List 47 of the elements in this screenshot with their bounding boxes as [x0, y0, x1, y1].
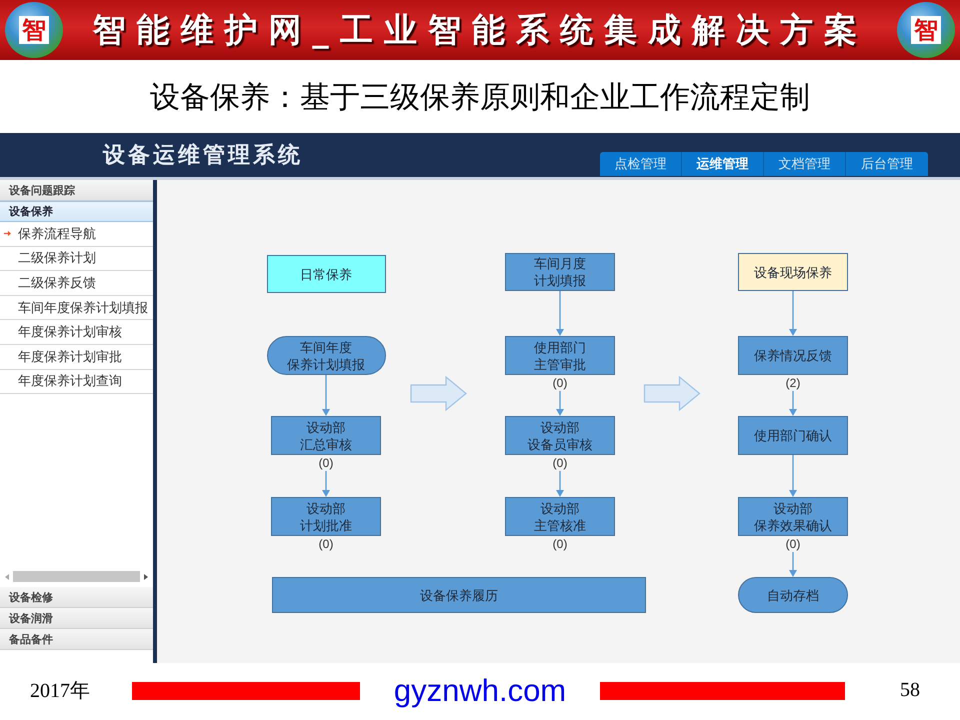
- sidebar-group-header[interactable]: 设备保养: [0, 201, 153, 222]
- footer-year: 2017年: [30, 679, 91, 704]
- sidebar-group-header[interactable]: 备品备件: [0, 629, 153, 650]
- site-url: gyznwh.com: [392, 672, 568, 708]
- process-node[interactable]: 车间月度 计划填报: [505, 253, 615, 291]
- sidebar-item[interactable]: 年度保养计划审核: [0, 320, 153, 345]
- banner-title: 智能维护网_工业智能系统集成解决方案: [91, 8, 869, 51]
- history-bar[interactable]: 设备保养履历: [272, 577, 646, 613]
- count-label: (0): [318, 456, 334, 470]
- nav-tab[interactable]: 文档管理: [764, 152, 846, 176]
- count-label: (0): [784, 537, 802, 551]
- sidebar-group-header[interactable]: 设备润滑: [0, 608, 153, 629]
- app-title: 设备运维管理系统: [103, 141, 303, 169]
- process-node[interactable]: 使用部门 主管审批: [505, 336, 615, 375]
- process-node[interactable]: 设备现场保养: [738, 253, 848, 291]
- count-label: (0): [552, 537, 568, 551]
- process-node[interactable]: 设动部 计划批准: [271, 497, 381, 536]
- process-node[interactable]: 设动部 设备员审核: [505, 416, 615, 455]
- hollow-arrow: [410, 376, 467, 412]
- sidebar-item[interactable]: 二级保养计划: [0, 246, 153, 272]
- sidebar-item[interactable]: 年度保养计划审批: [0, 344, 153, 370]
- process-node[interactable]: 设动部 汇总审核: [271, 416, 381, 455]
- globe-logo: 智: [5, 2, 63, 58]
- globe-logo: 智: [897, 2, 955, 58]
- process-node[interactable]: 保养情况反馈: [738, 336, 848, 375]
- sidebar-group-header[interactable]: 设备问题跟踪: [0, 180, 153, 201]
- page-number: 58: [900, 679, 920, 702]
- terminal-node[interactable]: 自动存档: [738, 577, 848, 613]
- nav-tab[interactable]: 点检管理: [600, 152, 682, 176]
- count-label: (0): [318, 537, 334, 551]
- count-label: (0): [552, 456, 568, 470]
- sidebar-item[interactable]: 车间年度保养计划填报: [0, 296, 153, 320]
- process-node[interactable]: 设动部 保养效果确认: [738, 497, 848, 536]
- terminal-node[interactable]: 车间年度 保养计划填报: [266, 336, 386, 375]
- hollow-arrow: [644, 376, 700, 412]
- sidebar-item[interactable]: 保养流程导航: [0, 222, 153, 247]
- process-node[interactable]: 设动部 主管核准: [505, 497, 615, 536]
- nav-tab[interactable]: 运维管理: [682, 152, 764, 176]
- count-label: (2): [784, 376, 802, 390]
- sidebar-group-header[interactable]: 设备检修: [0, 587, 153, 608]
- slide-subtitle: 设备保养：基于三级保养原则和企业工作流程定制: [150, 80, 810, 116]
- process-node[interactable]: 使用部门确认: [738, 416, 848, 455]
- process-node[interactable]: 日常保养: [266, 255, 386, 293]
- sidebar-item[interactable]: 年度保养计划查询: [0, 370, 153, 394]
- nav-tab[interactable]: 后台管理: [846, 152, 928, 176]
- count-label: (0): [552, 376, 568, 390]
- sidebar-item[interactable]: 二级保养反馈: [0, 271, 153, 296]
